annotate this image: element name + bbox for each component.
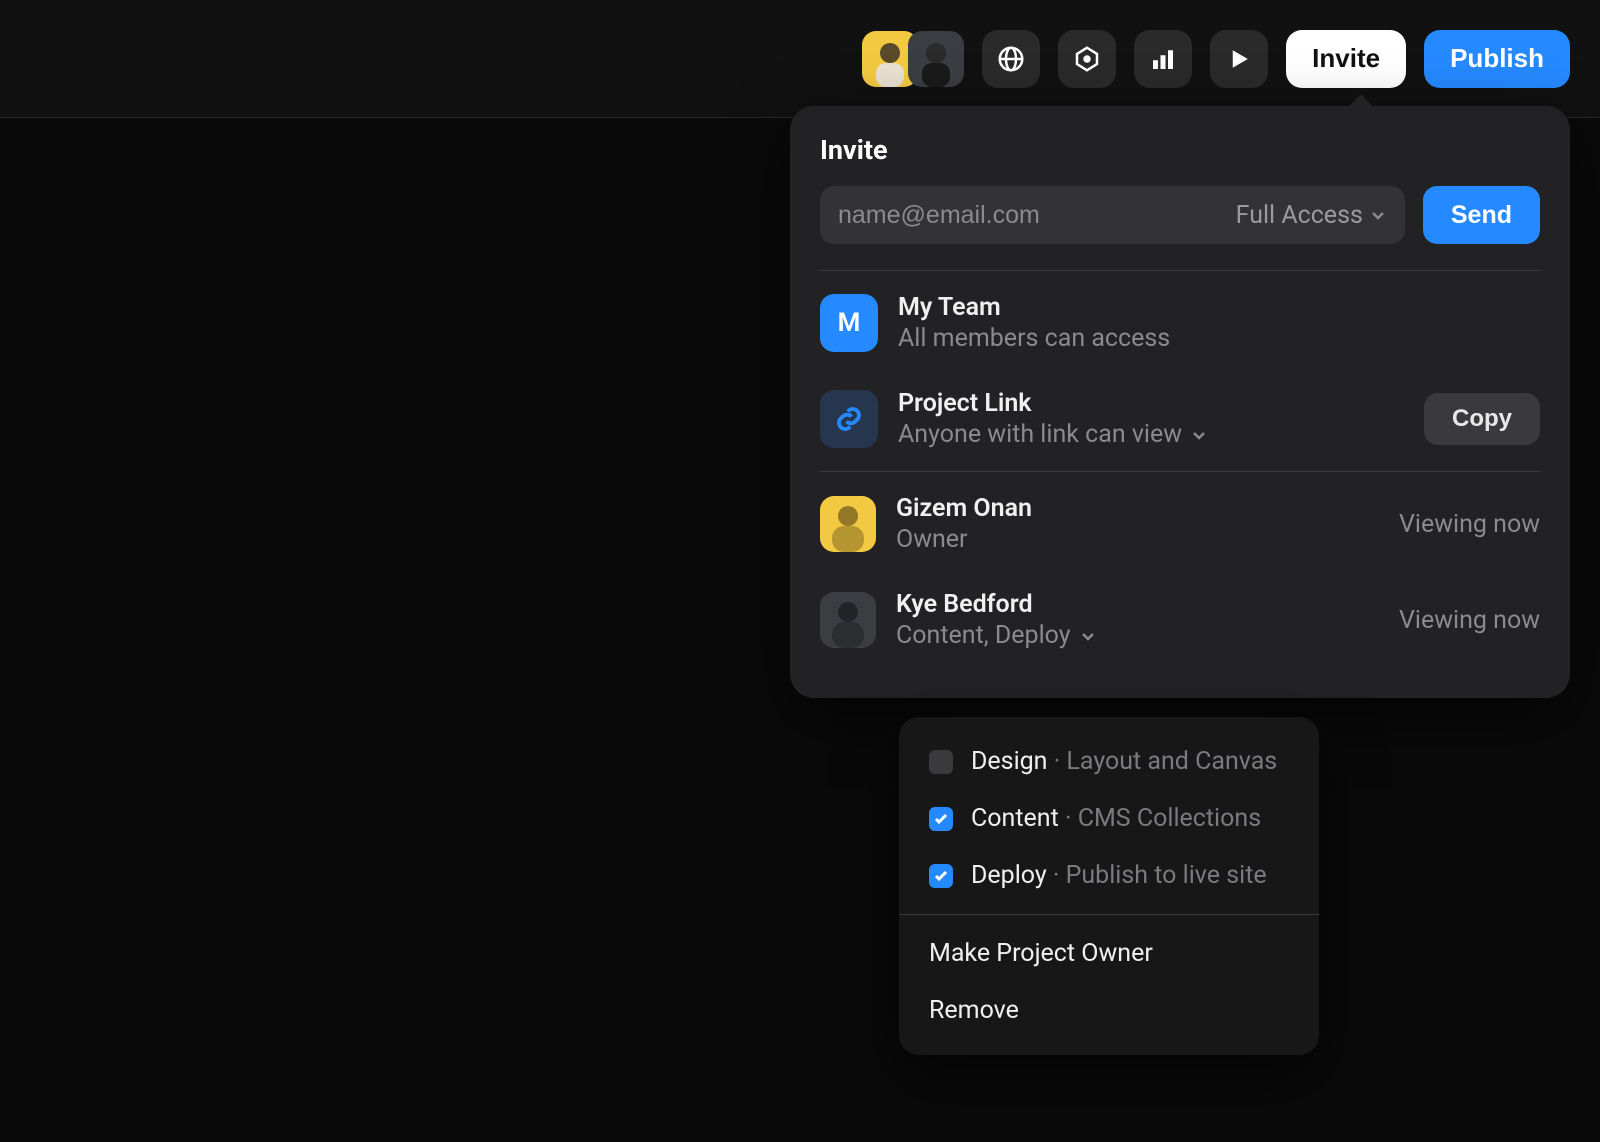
- permission-checkbox[interactable]: [929, 750, 953, 774]
- member-avatar: [820, 592, 876, 648]
- invite-popover: Invite Full Access Send M My Team All me…: [790, 106, 1570, 698]
- team-desc: All members can access: [898, 324, 1540, 353]
- presence-avatars: [862, 31, 964, 87]
- dropdown-action-remove[interactable]: Remove: [899, 982, 1319, 1039]
- play-icon[interactable]: [1210, 30, 1268, 88]
- divider: [820, 270, 1540, 271]
- copy-link-button[interactable]: Copy: [1424, 393, 1540, 445]
- permissions-dropdown: Design · Layout and Canvas Content · CMS …: [899, 717, 1319, 1055]
- globe-icon-svg: [996, 44, 1026, 74]
- permission-label: Content · CMS Collections: [971, 804, 1261, 833]
- bar-chart-icon-svg: [1148, 44, 1178, 74]
- member-status: Viewing now: [1399, 606, 1540, 635]
- permission-checkbox[interactable]: [929, 807, 953, 831]
- member-status: Viewing now: [1399, 510, 1540, 539]
- invite-input-row: Full Access Send: [820, 186, 1540, 244]
- team-avatar: M: [820, 294, 878, 352]
- project-link-title: Project Link: [898, 389, 1404, 418]
- permission-label: Deploy · Publish to live site: [971, 861, 1267, 890]
- chevron-down-icon: [1190, 426, 1208, 444]
- permission-label: Design · Layout and Canvas: [971, 747, 1277, 776]
- send-button[interactable]: Send: [1423, 186, 1540, 244]
- invite-button[interactable]: Invite: [1286, 30, 1406, 88]
- permission-item-design[interactable]: Design · Layout and Canvas: [899, 733, 1319, 790]
- globe-icon[interactable]: [982, 30, 1040, 88]
- settings-icon[interactable]: [1058, 30, 1116, 88]
- member-role[interactable]: Content, Deploy: [896, 621, 1379, 650]
- presence-avatar-2[interactable]: [908, 31, 964, 87]
- member-row: Gizem OnanOwner Viewing now: [820, 476, 1540, 572]
- member-avatar: [820, 496, 876, 552]
- dropdown-action-make-project-owner[interactable]: Make Project Owner: [899, 925, 1319, 982]
- access-dropdown-label: Full Access: [1236, 201, 1363, 230]
- chevron-down-icon: [1369, 206, 1387, 224]
- member-name: Gizem Onan: [896, 494, 1379, 523]
- project-link-row: Project Link Anyone with link can view C…: [820, 371, 1540, 467]
- email-input[interactable]: [838, 201, 1224, 230]
- project-link-access[interactable]: Anyone with link can view: [898, 420, 1404, 449]
- team-name: My Team: [898, 293, 1540, 322]
- member-role: Owner: [896, 525, 1379, 554]
- chevron-down-icon: [1079, 627, 1097, 645]
- play-icon-svg: [1224, 44, 1254, 74]
- dropdown-divider: [899, 914, 1319, 915]
- divider: [820, 471, 1540, 472]
- analytics-icon[interactable]: [1134, 30, 1192, 88]
- email-input-wrap: Full Access: [820, 186, 1405, 244]
- team-row[interactable]: M My Team All members can access: [820, 275, 1540, 371]
- access-dropdown[interactable]: Full Access: [1236, 201, 1387, 230]
- permission-item-deploy[interactable]: Deploy · Publish to live site: [899, 847, 1319, 904]
- link-icon: [820, 390, 878, 448]
- permission-checkbox[interactable]: [929, 864, 953, 888]
- member-name: Kye Bedford: [896, 590, 1379, 619]
- publish-button[interactable]: Publish: [1424, 30, 1570, 88]
- popover-title: Invite: [820, 134, 1540, 166]
- hexagon-icon-svg: [1072, 44, 1102, 74]
- permission-item-content[interactable]: Content · CMS Collections: [899, 790, 1319, 847]
- member-row: Kye BedfordContent, Deploy Viewing now: [820, 572, 1540, 668]
